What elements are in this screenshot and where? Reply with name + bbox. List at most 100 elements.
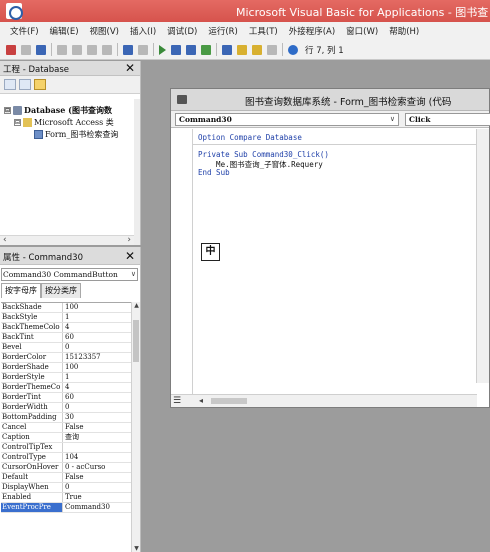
run-icon[interactable]	[159, 44, 166, 55]
property-row[interactable]: Enabled True	[1, 493, 132, 503]
reset-icon[interactable]	[186, 44, 196, 55]
tree-item-access-objects[interactable]: ⊟ Microsoft Access 类	[14, 117, 114, 128]
copy-icon[interactable]	[72, 44, 82, 55]
property-value[interactable]: 0 - acCurso	[63, 463, 132, 472]
menu-file[interactable]: 文件(F)	[10, 25, 39, 37]
redo-icon[interactable]	[138, 44, 148, 55]
property-value[interactable]: 0	[63, 343, 132, 352]
code-line[interactable]: End Sub	[198, 168, 230, 177]
code-line[interactable]: Private Sub Command30_Click()	[198, 150, 329, 159]
toggle-folders-icon[interactable]	[34, 79, 46, 90]
code-editor[interactable]: Option Compare Database Private Sub Comm…	[171, 129, 477, 396]
menu-debug[interactable]: 调试(D)	[167, 25, 197, 37]
menu-edit[interactable]: 编辑(E)	[50, 25, 79, 37]
property-value[interactable]: False	[63, 473, 132, 482]
property-row[interactable]: BorderWidth 0	[1, 403, 132, 413]
view-code-icon[interactable]	[4, 79, 16, 90]
tree-item-form[interactable]: Form_图书检索查询	[34, 129, 118, 140]
scroll-thumb[interactable]	[133, 320, 139, 362]
property-row[interactable]: BorderTint 60	[1, 393, 132, 403]
menu-run[interactable]: 运行(R)	[208, 25, 238, 37]
property-row[interactable]: ControlType 104	[1, 453, 132, 463]
scroll-thumb[interactable]	[211, 398, 247, 404]
property-row[interactable]: BorderThemeCo 4	[1, 383, 132, 393]
menu-window[interactable]: 窗口(W)	[346, 25, 378, 37]
property-value[interactable]: True	[63, 493, 132, 502]
property-row[interactable]: BorderColor 15123357	[1, 353, 132, 363]
menu-insert[interactable]: 插入(I)	[130, 25, 156, 37]
property-row[interactable]: Caption 查询	[1, 433, 132, 443]
object-selector[interactable]: Command30 CommandButton ∨	[1, 268, 138, 281]
menu-help[interactable]: 帮助(H)	[389, 25, 419, 37]
property-value[interactable]: 查询	[63, 433, 132, 442]
property-row[interactable]: Default False	[1, 473, 132, 483]
find-icon[interactable]	[102, 44, 112, 55]
property-row[interactable]: ControlTipTex	[1, 443, 132, 453]
scroll-left-icon[interactable]: ◂	[199, 396, 203, 405]
paste-icon[interactable]	[87, 44, 97, 55]
scroll-right-icon[interactable]: ›	[127, 235, 131, 245]
property-value[interactable]: 60	[63, 333, 132, 342]
cut-icon[interactable]	[57, 44, 67, 55]
project-explorer-icon[interactable]	[222, 44, 232, 55]
code-horizontal-scrollbar[interactable]: ☰ ◂	[171, 394, 477, 407]
tab-categorized[interactable]: 按分类序	[41, 283, 81, 298]
scroll-left-icon[interactable]: ‹	[3, 235, 7, 245]
property-value[interactable]: 0	[63, 483, 132, 492]
close-icon[interactable]: ✕	[123, 249, 137, 263]
property-value[interactable]: False	[63, 423, 132, 432]
object-combo[interactable]: Command30 ∨	[175, 113, 399, 126]
properties-window-icon[interactable]	[237, 44, 247, 55]
project-horizontal-scrollbar[interactable]: ‹ ›	[0, 235, 134, 245]
property-row[interactable]: DisplayWhen 0	[1, 483, 132, 493]
property-value[interactable]: 100	[63, 363, 132, 372]
menu-addins[interactable]: 外接程序(A)	[289, 25, 335, 37]
close-icon[interactable]: ✕	[123, 61, 137, 75]
property-row[interactable]: BottomPadding 30	[1, 413, 132, 423]
property-row[interactable]: Bevel 0	[1, 343, 132, 353]
menu-view[interactable]: 视图(V)	[90, 25, 119, 37]
property-row[interactable]: BorderShade 100	[1, 363, 132, 373]
property-row[interactable]: Cancel False	[1, 423, 132, 433]
insert-module-icon[interactable]	[21, 44, 31, 55]
tab-alphabetic[interactable]: 按字母序	[1, 283, 41, 298]
code-line[interactable]: Option Compare Database	[198, 133, 302, 142]
property-value[interactable]: 60	[63, 393, 132, 402]
property-value[interactable]: 100	[63, 303, 132, 312]
chevron-down-icon[interactable]: ∨	[390, 114, 395, 125]
property-value[interactable]: 1	[63, 313, 132, 322]
property-value[interactable]: 0	[63, 403, 132, 412]
property-row[interactable]: BackTint 60	[1, 333, 132, 343]
property-row[interactable]: BorderStyle 1	[1, 373, 132, 383]
procedure-combo[interactable]: Click	[405, 113, 490, 126]
property-row-selected[interactable]: EventProcPre Command30	[1, 503, 132, 513]
help-icon[interactable]	[288, 44, 298, 55]
scroll-down-icon[interactable]: ▼	[132, 545, 141, 552]
property-value[interactable]: 104	[63, 453, 132, 462]
break-icon[interactable]	[171, 44, 181, 55]
project-vertical-scrollbar[interactable]	[134, 99, 140, 245]
scroll-up-icon[interactable]: ▲	[132, 302, 141, 309]
object-browser-icon[interactable]	[252, 44, 262, 55]
toolbox-icon[interactable]	[267, 44, 277, 55]
collapse-icon[interactable]: ⊟	[14, 119, 21, 126]
collapse-icon[interactable]: ⊟	[4, 107, 11, 114]
property-row[interactable]: CursorOnHover 0 - acCurso	[1, 463, 132, 473]
code-vertical-scrollbar[interactable]	[476, 129, 489, 383]
property-row[interactable]: BackThemeColo 4	[1, 323, 132, 333]
properties-vertical-scrollbar[interactable]: ▲ ▼	[131, 302, 140, 552]
tree-item-database[interactable]: ⊟ Database (图书查询数	[4, 105, 112, 116]
design-mode-icon[interactable]	[201, 44, 211, 55]
view-access-icon[interactable]	[6, 44, 16, 55]
undo-icon[interactable]	[123, 44, 133, 55]
menu-tools[interactable]: 工具(T)	[249, 25, 278, 37]
property-value[interactable]: 30	[63, 413, 132, 422]
save-icon[interactable]	[36, 44, 46, 55]
view-object-icon[interactable]	[19, 79, 31, 90]
property-value[interactable]: 15123357	[63, 353, 132, 362]
procedure-view-icon[interactable]: ☰	[173, 396, 181, 406]
property-row[interactable]: BackStyle 1	[1, 313, 132, 323]
property-value[interactable]: 4	[63, 323, 132, 332]
chevron-down-icon[interactable]: ∨	[131, 269, 136, 280]
property-value[interactable]: Command30	[63, 503, 132, 512]
